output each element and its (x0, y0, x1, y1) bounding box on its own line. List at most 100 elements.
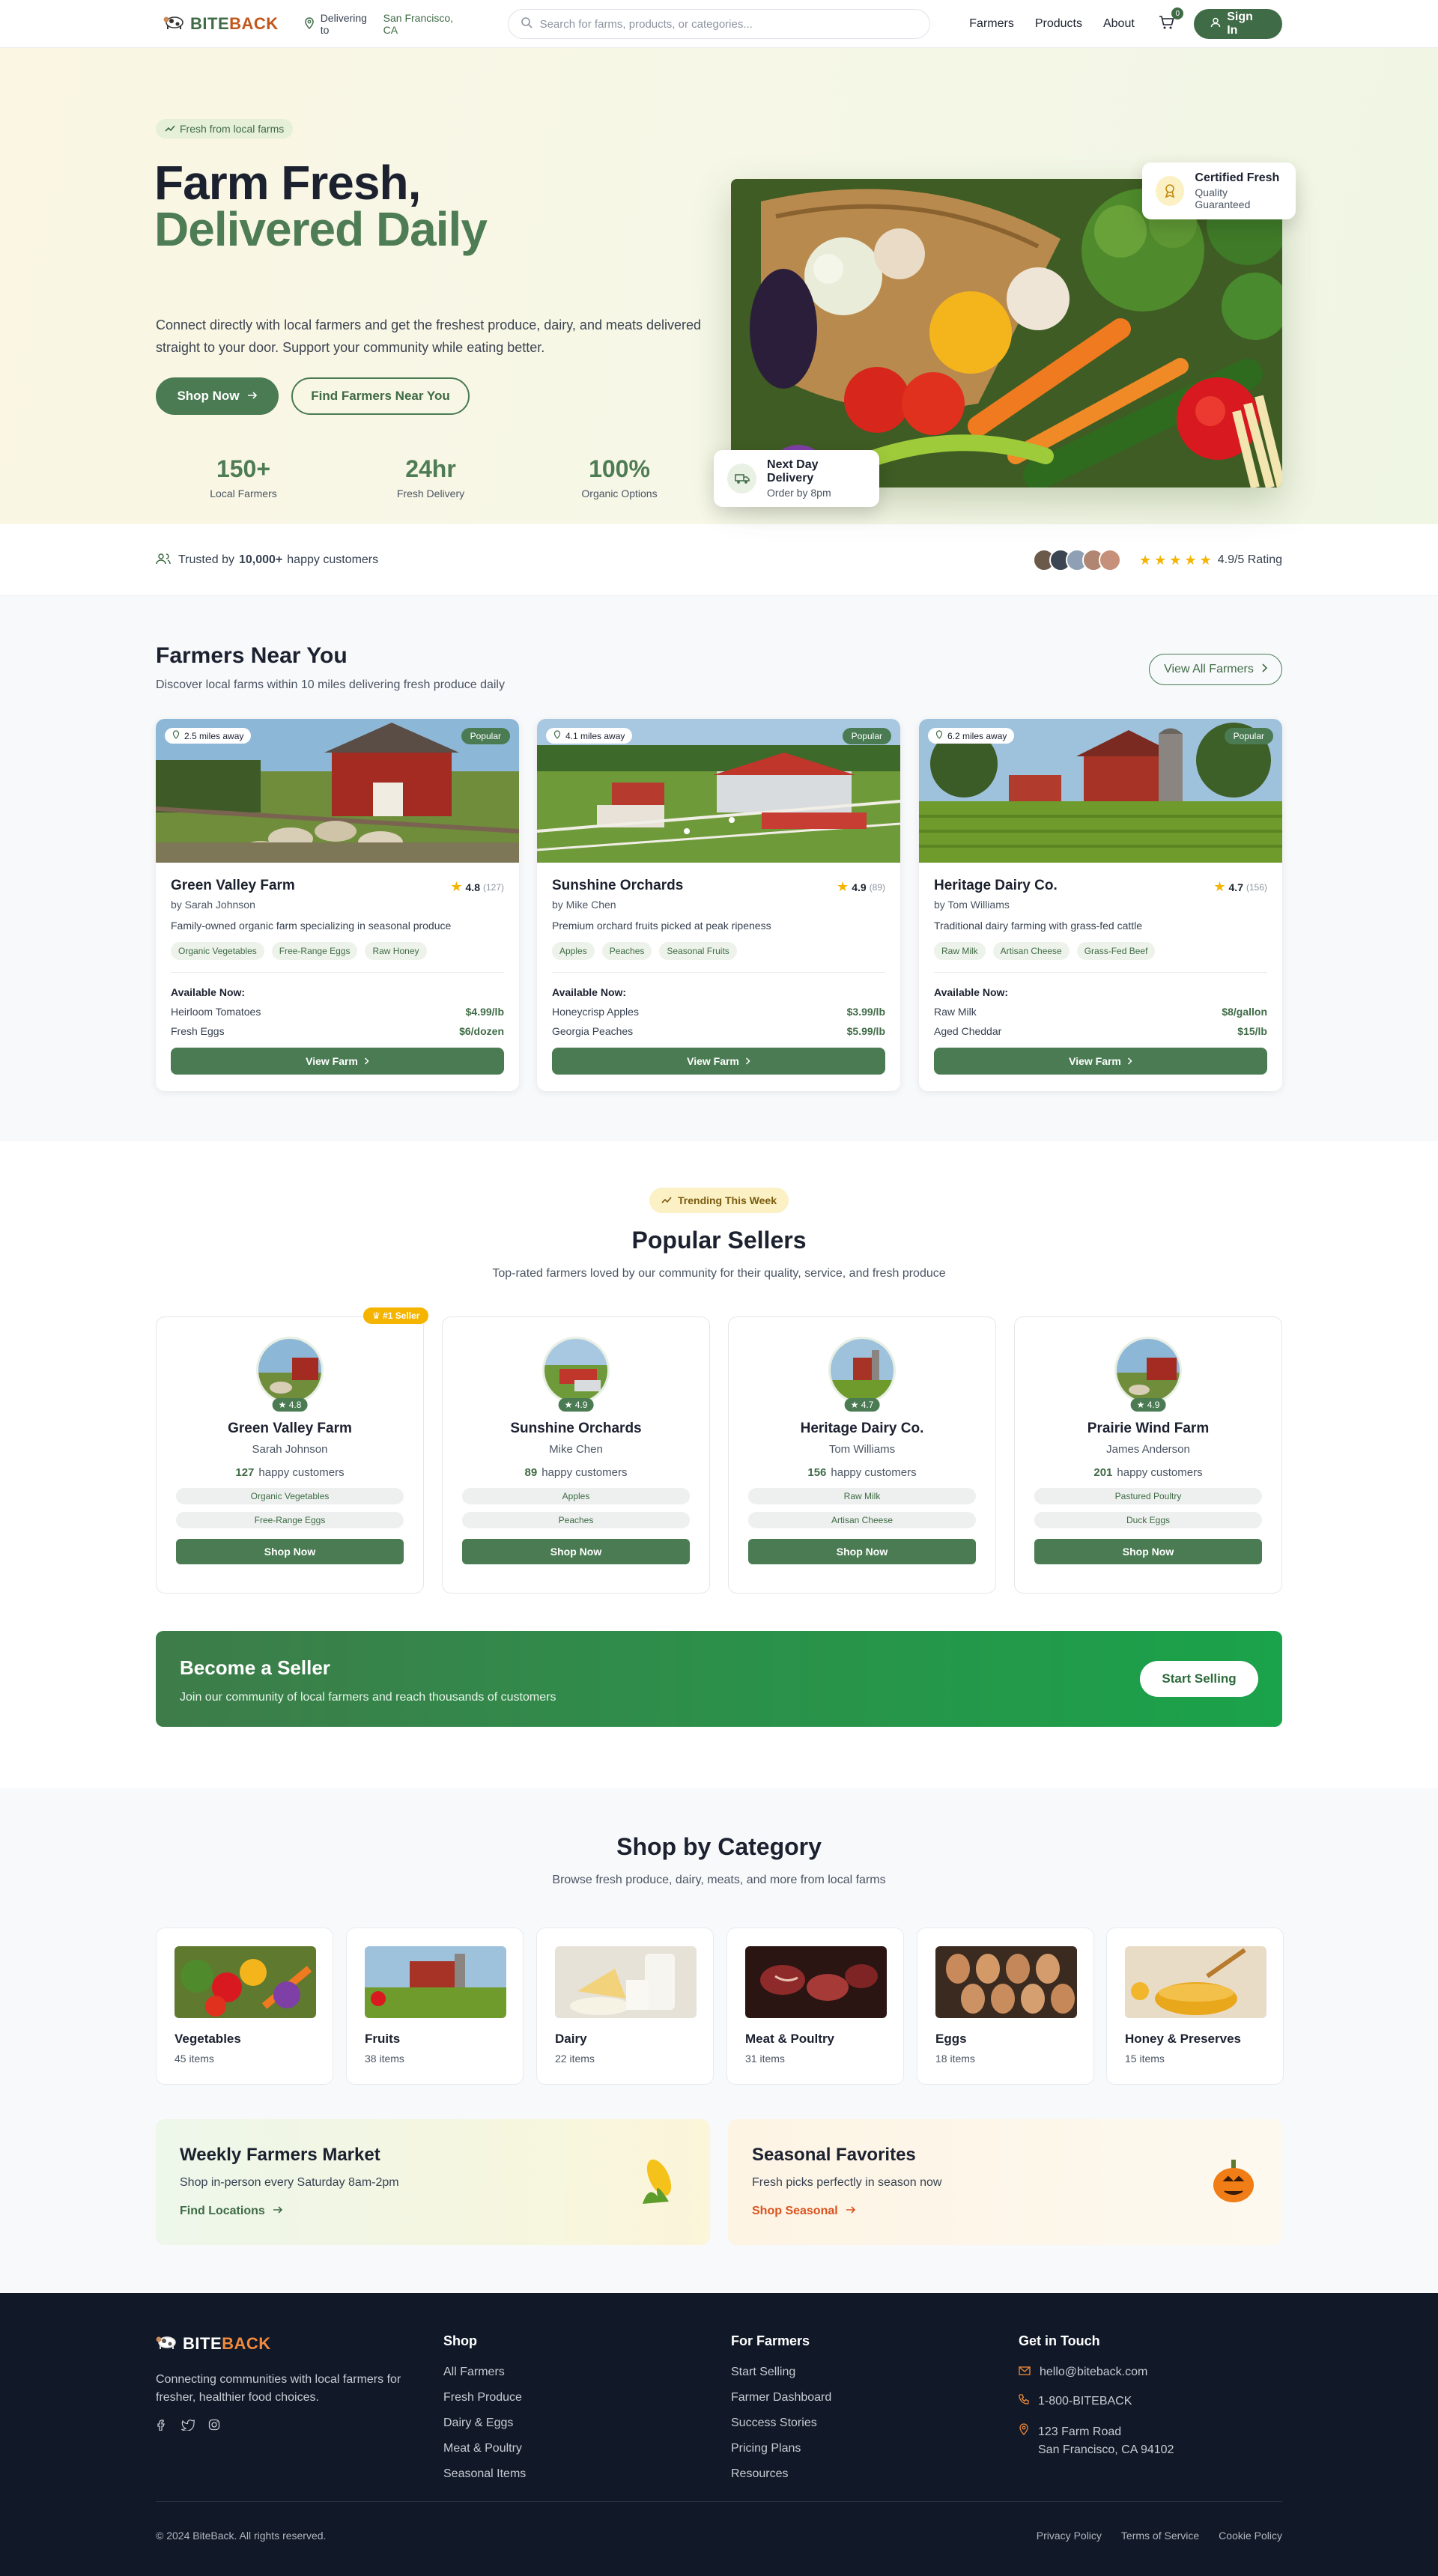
farm-tag: Seasonal Fruits (659, 942, 737, 960)
cookie-policy-link[interactable]: Cookie Policy (1219, 2530, 1282, 2542)
distance-text: 2.5 miles away (184, 730, 244, 741)
view-farm-button[interactable]: View Farm (552, 1048, 885, 1075)
seller-card[interactable]: ★ 4.7 Heritage Dairy Co. Tom Williams 15… (728, 1316, 996, 1594)
arrow-right-icon (273, 2205, 283, 2218)
distance-text: 4.1 miles away (565, 730, 625, 741)
farm-card[interactable]: 2.5 miles away Popular Green Valley Farm… (156, 719, 519, 1091)
farm-card[interactable]: 6.2 miles away Popular Heritage Dairy Co… (919, 719, 1282, 1091)
footer-link[interactable]: Seasonal Items (443, 2467, 526, 2481)
farm-tag: Raw Milk (934, 942, 986, 960)
category-card-eggs[interactable]: Eggs 18 items (917, 1928, 1094, 2085)
find-farmers-button[interactable]: Find Farmers Near You (291, 377, 470, 415)
instagram-icon[interactable] (208, 2419, 220, 2434)
footer-link[interactable]: Dairy & Eggs (443, 2416, 526, 2430)
brand-name-part2: BACK (222, 2334, 271, 2353)
start-selling-button[interactable]: Start Selling (1140, 1661, 1258, 1697)
privacy-policy-link[interactable]: Privacy Policy (1037, 2530, 1102, 2542)
stat-label: Organic Options (581, 487, 658, 499)
farm-rating: ★ 4.7 (156) (1213, 879, 1267, 895)
footer-link[interactable]: Farmer Dashboard (731, 2391, 831, 2405)
seller-rating-badge: ★ 4.8 (272, 1398, 308, 1412)
footer-link[interactable]: All Farmers (443, 2366, 526, 2379)
twitter-icon[interactable] (180, 2419, 195, 2434)
chevron-right-icon (1127, 1055, 1132, 1067)
category-card-vegetables[interactable]: Vegetables 45 items (156, 1928, 333, 2085)
footer-link[interactable]: Start Selling (731, 2366, 831, 2379)
brand-name-part1: BITE (183, 2334, 222, 2353)
category-image (1125, 1946, 1266, 2018)
category-card-honey-preserves[interactable]: Honey & Preserves 15 items (1106, 1928, 1284, 2085)
seller-card[interactable]: ★ 4.9 Sunshine Orchards Mike Chen 89 happ… (442, 1316, 710, 1594)
promo-title: Seasonal Favorites (752, 2145, 916, 2165)
shop-now-label: Shop Now (177, 389, 240, 403)
sign-in-button[interactable]: Sign In (1194, 9, 1282, 39)
footer-link[interactable]: Success Stories (731, 2416, 831, 2430)
trending-badge: Trending This Week (649, 1188, 789, 1213)
facebook-icon[interactable] (156, 2419, 168, 2434)
farm-tags: Organic Vegetables Free-Range Eggs Raw Hon… (171, 942, 504, 960)
star-icon: ★ (1213, 879, 1226, 894)
star-icon: ★ (1199, 552, 1212, 568)
seller-shop-now-button[interactable]: Shop Now (1034, 1539, 1262, 1564)
users-icon (156, 553, 171, 568)
terms-link[interactable]: Terms of Service (1121, 2530, 1199, 2542)
farm-name[interactable]: Sunshine Orchards (552, 878, 885, 894)
category-name: Vegetables (175, 2032, 241, 2046)
product-price: $5.99/lb (846, 1025, 885, 1037)
product-price: $8/gallon (1222, 1006, 1267, 1018)
farm-rating: ★ 4.9 (89) (837, 879, 885, 895)
farm-tag: Grass-Fed Beef (1076, 942, 1156, 960)
category-card-fruits[interactable]: Fruits 38 items (346, 1928, 524, 2085)
seller-card[interactable]: ★ 4.9 Prairie Wind Farm James Anderson 2… (1014, 1316, 1282, 1594)
footer-link[interactable]: Meat & Poultry (443, 2442, 526, 2455)
product-price: $6/dozen (459, 1025, 504, 1037)
contact-phone[interactable]: 1-800-BITEBACK (1019, 2394, 1174, 2408)
first-seller-label: #1 Seller (383, 1310, 420, 1321)
seller-shop-now-button[interactable]: Shop Now (462, 1539, 690, 1564)
farm-card[interactable]: 4.1 miles away Popular Sunshine Orchards… (537, 719, 900, 1091)
footer-shop-links: Shop All Farmers Fresh Produce Dairy & E… (443, 2333, 526, 2493)
seller-shop-now-button[interactable]: Shop Now (176, 1539, 404, 1564)
stat-value: 150+ (216, 455, 271, 482)
trusted-post: happy customers (287, 553, 379, 566)
become-seller-title: Become a Seller (180, 1656, 330, 1679)
next-day-delivery-card: Next Day Delivery Order by 8pm (714, 450, 879, 507)
footer-link[interactable]: Pricing Plans (731, 2442, 831, 2455)
star-icon: ★ (450, 879, 463, 894)
category-card-meat-poultry[interactable]: Meat & Poultry 31 items (726, 1928, 904, 2085)
distance-badge: 6.2 miles away (928, 728, 1015, 744)
view-farm-label: View Farm (306, 1055, 358, 1067)
award-icon (1156, 176, 1185, 206)
contact-email[interactable]: hello@biteback.com (1019, 2366, 1174, 2379)
section-title: Farmers Near You (156, 643, 348, 668)
search-input[interactable]: Search for farms, products, or categorie… (507, 9, 931, 39)
seller-card[interactable]: ★ 4.8 Green Valley Farm Sarah Johnson 12… (156, 1316, 424, 1594)
trusted-pre: Trusted by (178, 553, 234, 566)
shop-now-button[interactable]: Shop Now (156, 377, 279, 415)
nav-farmers[interactable]: Farmers (969, 17, 1014, 31)
footer-link[interactable]: Fresh Produce (443, 2391, 526, 2405)
shop-seasonal-link[interactable]: Shop Seasonal (752, 2205, 856, 2218)
star-icon: ★ (1154, 552, 1167, 568)
find-locations-link[interactable]: Find Locations (180, 2205, 283, 2218)
nav-products[interactable]: Products (1035, 17, 1082, 31)
footer-logo[interactable]: BITE BACK (156, 2333, 425, 2354)
cart-button[interactable]: 0 (1157, 7, 1184, 34)
trusted-count: 10,000+ (239, 553, 283, 566)
seller-tag: Raw Milk (748, 1488, 976, 1504)
farm-tag: Organic Vegetables (171, 942, 264, 960)
view-all-farmers-button[interactable]: View All Farmers (1149, 654, 1282, 685)
nav-about[interactable]: About (1103, 17, 1135, 31)
seller-shop-now-button[interactable]: Shop Now (748, 1539, 976, 1564)
trending-up-icon (661, 1194, 672, 1206)
farm-tag: Raw Honey (365, 942, 427, 960)
distance-badge: 4.1 miles away (546, 728, 633, 744)
view-farm-button[interactable]: View Farm (171, 1048, 504, 1075)
brand-logo[interactable]: BITE BACK (163, 13, 279, 34)
category-image (935, 1946, 1077, 2018)
delivery-location[interactable]: Delivering to San Francisco, CA (304, 12, 469, 36)
first-seller-badge: ♛ #1 Seller (363, 1307, 429, 1324)
category-card-dairy[interactable]: Dairy 22 items (536, 1928, 714, 2085)
view-farm-button[interactable]: View Farm (934, 1048, 1267, 1075)
footer-link[interactable]: Resources (731, 2467, 831, 2481)
